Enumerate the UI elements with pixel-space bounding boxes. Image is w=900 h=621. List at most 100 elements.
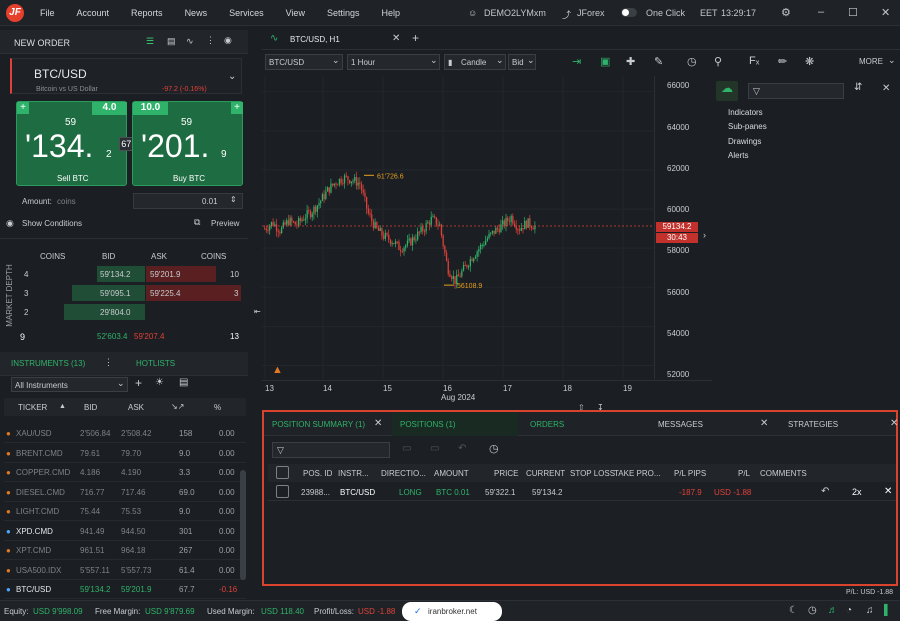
col-takeprofit[interactable]: TAKE PRO... bbox=[614, 469, 661, 478]
row-checkbox[interactable] bbox=[276, 485, 289, 498]
tab-instruments[interactable]: INSTRUMENTS (13) bbox=[11, 359, 85, 368]
trash-icon[interactable]: ▭ bbox=[402, 443, 411, 454]
tab-positions[interactable]: POSITIONS (1) bbox=[400, 420, 456, 429]
position-row[interactable]: 23988... BTC/USD LONG BTC 0.01 59'322.1 … bbox=[268, 483, 896, 501]
timer-icon[interactable]: ◷ bbox=[489, 442, 499, 455]
select-all-checkbox[interactable] bbox=[276, 466, 289, 479]
reverse-icon[interactable]: ↶ bbox=[821, 486, 829, 497]
side-drawings[interactable]: Drawings bbox=[728, 137, 761, 146]
instruments-scrollbar[interactable] bbox=[240, 470, 246, 580]
col-ticker[interactable]: TICKER bbox=[18, 403, 47, 412]
tab-position-summary[interactable]: POSITION SUMMARY (1) bbox=[272, 420, 365, 429]
instrument-row[interactable]: ● XPT.CMD 961.51 964.18 267 0.00 bbox=[4, 541, 246, 560]
search-icon[interactable]: ⚲ bbox=[714, 55, 722, 68]
tab-strategies[interactable]: STRATEGIES bbox=[788, 420, 838, 429]
instrument-row[interactable]: ● DIESEL.CMD 716.77 717.46 69.0 0.00 bbox=[4, 483, 246, 502]
preview-link[interactable]: Preview bbox=[211, 219, 239, 228]
side-subpanes[interactable]: Sub-panes bbox=[728, 122, 767, 131]
buy-plus-icon[interactable]: + bbox=[231, 102, 243, 114]
menu-help[interactable]: Help bbox=[381, 8, 400, 18]
col-direction[interactable]: DIRECTIO... bbox=[381, 469, 426, 478]
candlestick-chart[interactable]: 61'726.6 56108.9 bbox=[262, 76, 654, 379]
menu-file[interactable]: File bbox=[40, 8, 55, 18]
updown-icon[interactable]: ⇵ bbox=[854, 82, 862, 93]
lock-icon[interactable]: ▣ bbox=[600, 55, 610, 68]
gear-icon[interactable]: ⚙ bbox=[781, 6, 791, 19]
positions-filter-input[interactable]: ▽ bbox=[272, 442, 390, 458]
close-tab-icon[interactable]: ✕ bbox=[890, 418, 898, 429]
instrument-row[interactable]: ● USA500.IDX 5'557.11 5'557.73 61.4 0.00 bbox=[4, 561, 246, 580]
spread-col-icon[interactable]: ↘↗ bbox=[171, 402, 184, 411]
close-panel-icon[interactable]: ✕ bbox=[882, 83, 890, 94]
chevron-right-icon[interactable]: › bbox=[703, 230, 706, 240]
multiply-button[interactable]: 2x bbox=[852, 487, 862, 497]
more-vert-icon[interactable]: ⋮ bbox=[206, 35, 215, 46]
instrument-row[interactable]: ● BTC/USD 59'134.2 59'201.9 67.7 -0.16 bbox=[4, 580, 246, 599]
show-conditions[interactable]: Show Conditions bbox=[22, 219, 82, 228]
delete-icon[interactable]: ▭ bbox=[430, 443, 439, 454]
col-pl[interactable]: P/L bbox=[738, 469, 750, 478]
instrument-row[interactable]: ● XPD.CMD 941.49 944.50 301 0.00 bbox=[4, 522, 246, 541]
menu-settings[interactable]: Settings bbox=[327, 8, 360, 18]
doc-icon[interactable]: ▤ bbox=[167, 36, 176, 47]
chart-line-icon[interactable]: ∿ bbox=[186, 36, 194, 47]
instrument-row[interactable]: ● BRENT.CMD 79.61 79.70 9.0 0.00 bbox=[4, 444, 246, 463]
ruler-icon[interactable]: ✎ bbox=[654, 55, 663, 68]
sell-plus-icon[interactable]: + bbox=[17, 102, 29, 114]
minimize-icon[interactable]: – bbox=[818, 6, 824, 18]
instrument-row[interactable]: ● XAU/USD 2'506.84 2'508.42 158 0.00 bbox=[4, 424, 246, 443]
percent-col-icon[interactable]: % bbox=[214, 403, 221, 412]
sun-icon[interactable]: ☀ bbox=[155, 377, 164, 388]
oneclick-toggle[interactable] bbox=[621, 8, 637, 17]
stepper-icon[interactable]: ⇕ bbox=[230, 195, 237, 204]
pencil-icon[interactable]: ✏ bbox=[778, 55, 787, 68]
menu-account[interactable]: Account bbox=[77, 8, 110, 18]
chart-side-select[interactable]: Bid ⌄ bbox=[508, 54, 536, 70]
menu-reports[interactable]: Reports bbox=[131, 8, 163, 18]
list-icon[interactable]: ☰ bbox=[146, 36, 154, 47]
col-plpips[interactable]: P/L PIPS bbox=[674, 469, 706, 478]
speaker-icon[interactable]: ♬ bbox=[828, 605, 838, 616]
clock-icon[interactable]: ◷ bbox=[808, 605, 817, 616]
side-indicators[interactable]: Indicators bbox=[728, 108, 763, 117]
sell-tile[interactable]: + 4.0 59 '134. 2 Sell BTC bbox=[16, 101, 127, 186]
chevron-down-icon[interactable]: ⌄ bbox=[117, 378, 125, 389]
close-tab-icon[interactable]: ✕ bbox=[374, 418, 382, 429]
instrument-filter[interactable]: All Instruments ⌄ bbox=[11, 377, 128, 392]
crosshair-icon[interactable]: ✚ bbox=[626, 55, 635, 68]
close-icon[interactable]: ✕ bbox=[881, 6, 890, 19]
maximize-icon[interactable]: ☐ bbox=[848, 6, 858, 19]
tab-messages[interactable]: MESSAGES bbox=[658, 420, 703, 429]
moon-icon[interactable]: ☾ bbox=[789, 605, 798, 616]
close-tab-icon[interactable]: ✕ bbox=[392, 33, 400, 44]
chart-tab-title[interactable]: BTC/USD, H1 bbox=[290, 35, 340, 44]
col-price[interactable]: PRICE bbox=[494, 469, 518, 478]
clock-icon[interactable]: ◷ bbox=[687, 55, 697, 68]
tab-orders[interactable]: ORDERS bbox=[530, 420, 564, 429]
buy-tile[interactable]: 10.0 + 59 '201. 9 Buy BTC bbox=[132, 101, 243, 186]
instrument-row[interactable]: ● COPPER.CMD 4.186 4.190 3.3 0.00 bbox=[4, 463, 246, 482]
close-position-icon[interactable]: ✕ bbox=[884, 486, 892, 497]
menu-view[interactable]: View bbox=[286, 8, 305, 18]
indicator-search-input[interactable]: ▽ bbox=[748, 83, 844, 99]
add-tab-icon[interactable]: + bbox=[412, 31, 419, 45]
chevron-down-icon[interactable]: ⌄ bbox=[228, 71, 236, 82]
compass-icon[interactable]: ❋ bbox=[805, 55, 814, 68]
menu-news[interactable]: News bbox=[185, 8, 208, 18]
account-name[interactable]: DEMO2LYMxm bbox=[484, 8, 546, 18]
col-stoploss[interactable]: STOP LOSS bbox=[570, 469, 615, 478]
col-posid[interactable]: POS. ID bbox=[303, 469, 332, 478]
close-tab-icon[interactable]: ✕ bbox=[760, 418, 768, 429]
tab-hotlists[interactable]: HOTLISTS bbox=[136, 359, 175, 368]
bell-icon[interactable]: ♫ bbox=[866, 605, 874, 616]
col-ask[interactable]: ASK bbox=[128, 403, 144, 412]
col-bid[interactable]: BID bbox=[84, 403, 97, 412]
tab-positions-bg[interactable]: POSITIONS (1) bbox=[392, 412, 518, 436]
menu-services[interactable]: Services bbox=[229, 8, 264, 18]
instrument-selector[interactable]: BTC/USD Bitcoin vs US Dollar -97.2 (-0.1… bbox=[10, 58, 242, 94]
instrument-row[interactable]: ● LIGHT.CMD 75.44 75.53 9.0 0.00 bbox=[4, 502, 246, 521]
chart-instrument-select[interactable]: BTC/USD ⌄ bbox=[265, 54, 343, 70]
more-vert-icon[interactable]: ⋮ bbox=[104, 357, 113, 368]
collapse-left-icon[interactable]: ⇤ bbox=[254, 307, 261, 316]
col-comments[interactable]: COMMENTS bbox=[760, 469, 807, 478]
